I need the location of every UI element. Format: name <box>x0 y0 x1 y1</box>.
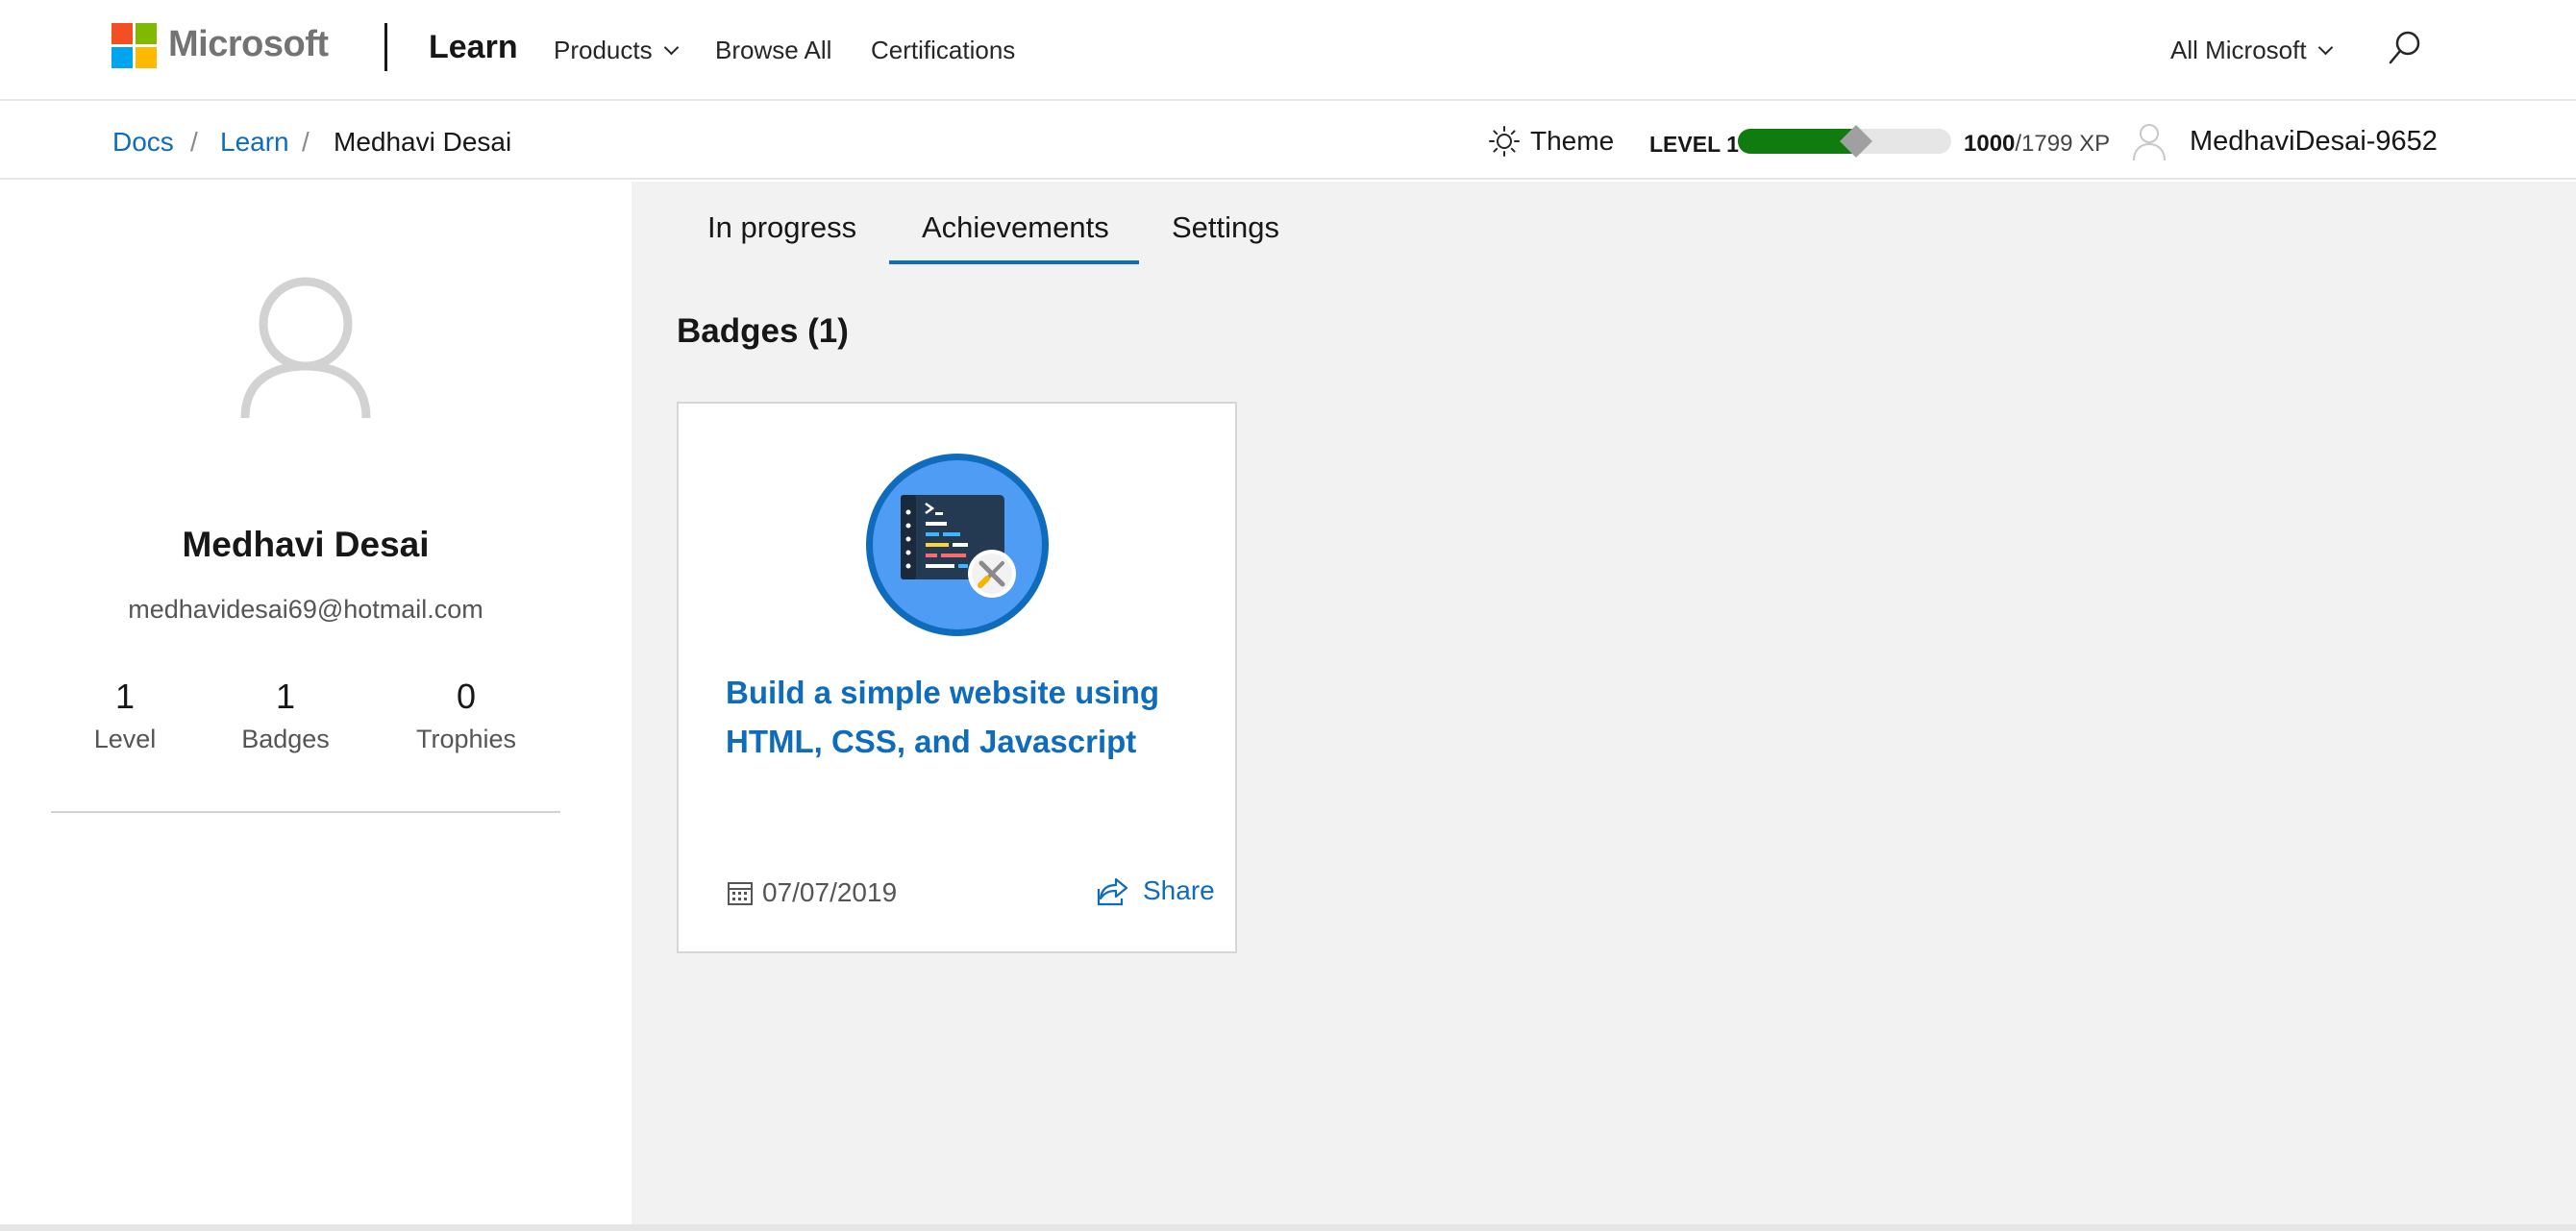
share-button[interactable]: Share <box>1097 874 1215 907</box>
search-icon[interactable] <box>2388 30 2422 66</box>
stat-level: 1 Level <box>87 677 163 754</box>
profile-email: medhavidesai69@hotmail.com <box>128 595 483 624</box>
user-avatar-icon[interactable] <box>2130 120 2168 162</box>
all-microsoft-label: All Microsoft <box>2170 36 2307 64</box>
xp-current: 1000 <box>1964 131 2016 157</box>
xp-progress-bar <box>1738 125 1951 158</box>
nav-products-label: Products <box>554 36 653 64</box>
stat-level-label: Level <box>93 725 157 753</box>
username[interactable]: MedhaviDesai-9652 <box>2190 126 2438 158</box>
xp-total: /1799 XP <box>2015 131 2111 157</box>
stat-level-value: 1 <box>114 677 136 716</box>
badge-date: 07/07/2019 <box>726 876 897 909</box>
site-header: Microsoft Learn Products Browse All Cert… <box>0 0 2576 101</box>
sun-icon <box>1489 126 1520 157</box>
breadcrumb-separator: / <box>302 127 310 157</box>
badge-date-value: 07/07/2019 <box>762 877 898 907</box>
share-icon <box>1097 877 1128 906</box>
breadcrumb-learn[interactable]: Learn <box>220 127 289 158</box>
header-divider <box>384 23 387 71</box>
tab-achievements[interactable]: Achievements <box>922 210 1109 245</box>
breadcrumb-bar: Docs / Learn / Medhavi Desai Theme LEVEL… <box>0 103 2576 180</box>
theme-label: Theme <box>1530 126 1615 156</box>
page-bottom-edge <box>0 1224 2576 1231</box>
nav-products[interactable]: Products <box>554 36 679 65</box>
stat-trophies: 0 Trophies <box>404 677 529 754</box>
tab-in-progress[interactable]: In progress <box>707 210 856 245</box>
profile-divider <box>51 811 560 813</box>
profile-avatar-icon <box>240 277 371 419</box>
xp-text: 1000/1799 XP <box>1964 131 2110 158</box>
badge-title-link[interactable]: Build a simple website using HTML, CSS, … <box>726 668 1206 766</box>
microsoft-logo-icon[interactable] <box>111 23 157 68</box>
profile-name: Medhavi Desai <box>182 525 430 564</box>
share-label: Share <box>1143 875 1215 905</box>
code-tools-badge-icon <box>866 454 1049 636</box>
theme-toggle[interactable]: Theme <box>1488 124 1614 159</box>
xp-progress-fill <box>1738 129 1856 154</box>
site-title-learn[interactable]: Learn <box>429 29 518 66</box>
badges-heading: Badges (1) <box>677 312 849 350</box>
stat-trophies-label: Trophies <box>415 725 517 753</box>
tab-settings[interactable]: Settings <box>1172 210 1279 245</box>
active-tab-indicator <box>889 260 1139 264</box>
profile-panel: Medhavi Desai medhavidesai69@hotmail.com… <box>0 182 632 1224</box>
microsoft-wordmark[interactable]: Microsoft <box>168 24 329 65</box>
all-microsoft-menu[interactable]: All Microsoft <box>2170 36 2333 65</box>
stat-badges-value: 1 <box>275 677 296 716</box>
breadcrumb-docs[interactable]: Docs <box>112 127 174 158</box>
breadcrumb-current: Medhavi Desai <box>334 127 512 157</box>
nav-certifications[interactable]: Certifications <box>871 36 1015 65</box>
stat-badges: 1 Badges <box>231 677 340 754</box>
main-content: In progress Achievements Settings Badges… <box>632 182 2576 1224</box>
stat-trophies-value: 0 <box>456 677 477 716</box>
nav-browse-all[interactable]: Browse All <box>715 36 831 65</box>
level-label: LEVEL 1 <box>1649 132 1739 157</box>
stat-badges-label: Badges <box>241 725 330 753</box>
calendar-icon <box>728 882 753 905</box>
breadcrumb-separator: / <box>190 127 198 157</box>
chevron-down-icon <box>2317 39 2333 56</box>
badge-card[interactable]: Build a simple website using HTML, CSS, … <box>677 402 1237 953</box>
chevron-down-icon <box>663 39 679 56</box>
